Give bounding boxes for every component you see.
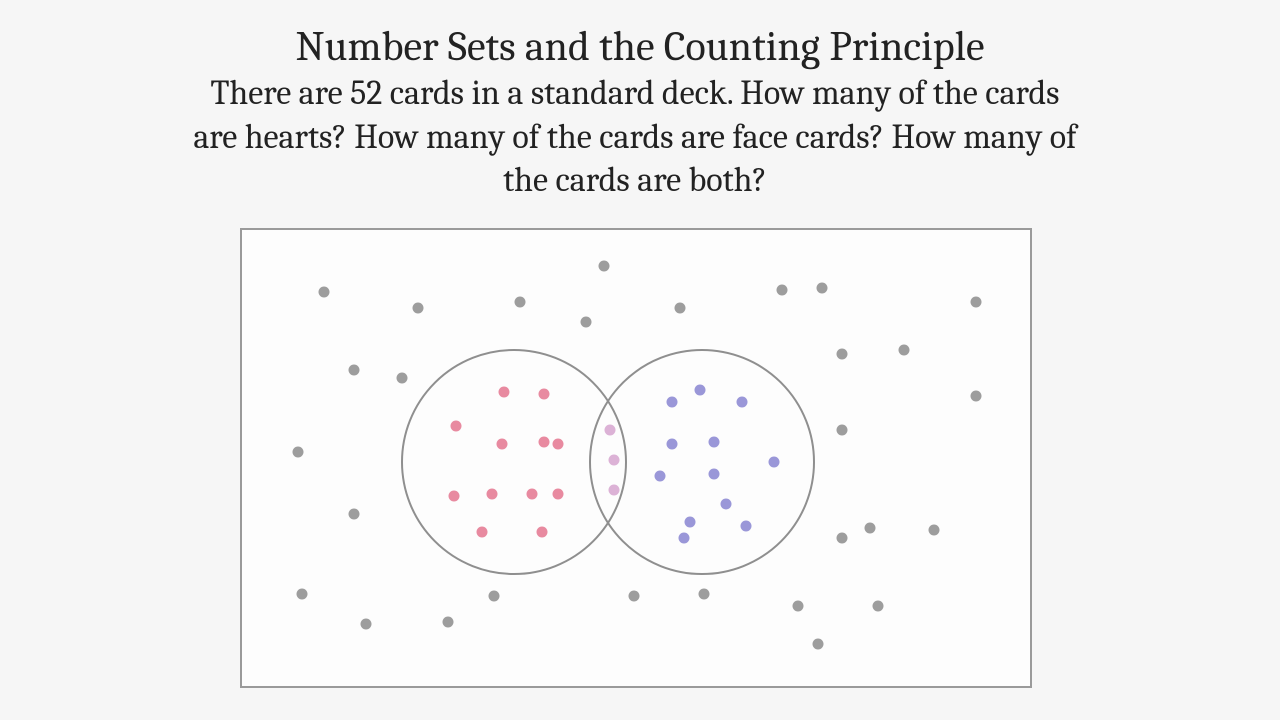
dot-left-set <box>539 389 550 400</box>
dot-left-set <box>451 421 462 432</box>
dot-outside <box>361 619 372 630</box>
dot-outside <box>413 303 424 314</box>
dot-outside <box>777 285 788 296</box>
dot-right-set <box>655 471 666 482</box>
dot-overlap <box>609 455 620 466</box>
problem-prompt: There are 52 cards in a standard deck. H… <box>185 72 1085 203</box>
dot-outside <box>319 287 330 298</box>
dot-right-set <box>667 397 678 408</box>
dot-outside <box>293 447 304 458</box>
dot-left-set <box>497 439 508 450</box>
dot-outside <box>793 601 804 612</box>
dot-outside <box>629 591 640 602</box>
dot-outside <box>873 601 884 612</box>
dot-outside <box>817 283 828 294</box>
venn-diagram-box <box>240 228 1032 688</box>
dot-outside <box>971 297 982 308</box>
dot-right-set <box>679 533 690 544</box>
dot-overlap <box>605 425 616 436</box>
dot-left-set <box>539 437 550 448</box>
slide: Number Sets and the Counting Principle T… <box>0 0 1280 720</box>
dot-left-set <box>499 387 510 398</box>
dot-outside <box>297 589 308 600</box>
venn-left-circle <box>402 350 626 574</box>
venn-diagram <box>242 230 1030 686</box>
dot-left-set <box>527 489 538 500</box>
dot-outside <box>929 525 940 536</box>
dot-outside <box>489 591 500 602</box>
dot-overlap <box>609 485 620 496</box>
dot-right-set <box>721 499 732 510</box>
dot-left-set <box>487 489 498 500</box>
dot-outside <box>837 425 848 436</box>
dot-outside <box>349 509 360 520</box>
venn-right-circle <box>590 350 814 574</box>
dot-left-set <box>553 439 564 450</box>
dot-outside <box>443 617 454 628</box>
dot-outside <box>599 261 610 272</box>
dot-outside <box>515 297 526 308</box>
dot-right-set <box>667 439 678 450</box>
dot-outside <box>971 391 982 402</box>
dot-outside <box>699 589 710 600</box>
dot-outside <box>837 533 848 544</box>
dot-outside <box>837 349 848 360</box>
dot-left-set <box>537 527 548 538</box>
dot-outside <box>813 639 824 650</box>
dot-outside <box>397 373 408 384</box>
dot-right-set <box>709 469 720 480</box>
dot-right-set <box>695 385 706 396</box>
dot-right-set <box>741 521 752 532</box>
dot-outside <box>675 303 686 314</box>
page-title: Number Sets and the Counting Principle <box>0 22 1280 71</box>
dot-outside <box>349 365 360 376</box>
dot-right-set <box>769 457 780 468</box>
dot-right-set <box>709 437 720 448</box>
dot-left-set <box>449 491 460 502</box>
dot-outside <box>581 317 592 328</box>
dot-outside <box>899 345 910 356</box>
dot-right-set <box>737 397 748 408</box>
dot-left-set <box>553 489 564 500</box>
dot-left-set <box>477 527 488 538</box>
dot-outside <box>865 523 876 534</box>
dot-right-set <box>685 517 696 528</box>
